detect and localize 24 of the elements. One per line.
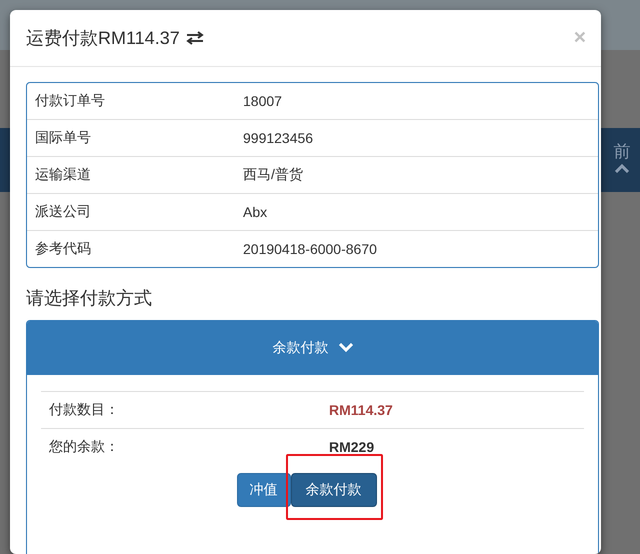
field-label: 付款订单号	[35, 92, 106, 110]
balance-pay-button[interactable]: 余款付款	[290, 473, 376, 507]
field-value: 西马/普货	[243, 166, 303, 184]
field-value: Abx	[243, 204, 268, 220]
chevron-up-icon[interactable]	[615, 163, 629, 173]
panel-header[interactable]: 余款付款	[27, 321, 598, 375]
field-label: 运输渠道	[35, 166, 92, 184]
dialog-title: 运费付款RM114.37	[26, 27, 180, 50]
field-value: 20190418-6000-8670	[243, 241, 377, 257]
field-label: 参考代码	[35, 240, 92, 258]
amount-value: RM114.37	[329, 402, 393, 418]
field-value: 999123456	[243, 130, 314, 146]
amount-label: 您的余款：	[49, 438, 120, 456]
top-up-button[interactable]: 冲值	[236, 473, 290, 507]
section-heading: 请选择付款方式	[26, 287, 153, 310]
column-header: 前	[614, 141, 630, 163]
field-value: 18007	[243, 93, 282, 109]
amount-label: 付款数目：	[49, 401, 120, 419]
field-label: 派送公司	[35, 203, 92, 221]
swap-arrows-icon	[186, 31, 204, 45]
chevron-down-icon[interactable]	[338, 343, 352, 353]
field-label: 国际单号	[35, 129, 92, 147]
panel-title: 余款付款	[272, 339, 328, 357]
amount-value: RM229	[329, 439, 374, 455]
